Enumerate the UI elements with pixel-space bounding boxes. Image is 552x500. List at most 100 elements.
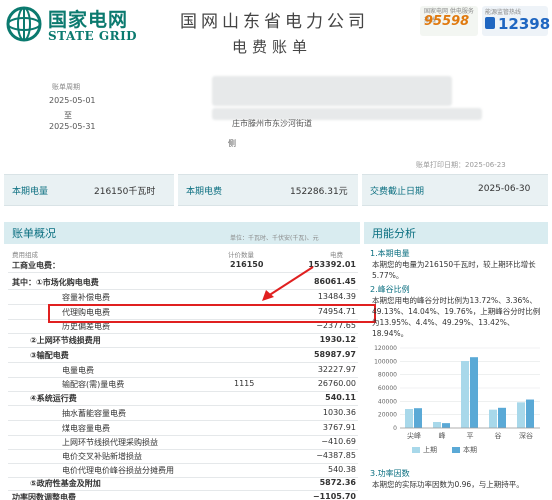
fee-row-label: 抽水蓄能容量电费 [62, 409, 126, 418]
fee-row-amount: 32227.97 [317, 365, 356, 374]
fee-row-amount: 58987.97 [313, 350, 356, 359]
charge-label: 本期电费 [186, 187, 223, 197]
row-divider [8, 490, 358, 491]
analysis-header: 用能分析 [364, 222, 548, 244]
fee-row-amount: 3767.91 [322, 423, 356, 432]
charge-value: 152286.31元 [290, 187, 348, 197]
page-title: 电费账单 [232, 38, 313, 56]
fee-row-label: 输配容(需)量电费 [62, 380, 125, 389]
state-grid-logo-icon [6, 6, 42, 42]
fee-row-label: ②上网环节线损费用 [30, 336, 101, 345]
col-header-qty: 计价数量 [228, 251, 254, 259]
period-to: 至 [64, 111, 72, 120]
row-divider [8, 463, 358, 464]
y-tick-label: 60000 [378, 385, 397, 392]
legend-prev-swatch [412, 447, 420, 453]
peak-valley-chart: 0 20000 40000 60000 80000 100000 120000 尖峰 峰 平 谷 深谷 [374, 345, 540, 440]
y-tick-label: 0 [393, 425, 397, 432]
y-tick-label: 80000 [378, 372, 397, 379]
hotline-12398-number: 12398 [498, 15, 551, 33]
legend-prev-label: 上期 [423, 446, 437, 454]
analysis-title: 用能分析 [372, 227, 416, 240]
fee-row-label: 电量电费 [62, 366, 94, 375]
bar-prev [433, 422, 441, 428]
y-tick-label: 20000 [378, 412, 397, 419]
fee-row-label: 上网环节线损代理采购损益 [62, 438, 158, 447]
hotline-95598-number: 95598 [424, 14, 470, 29]
bar-curr [442, 423, 450, 428]
legend-curr-swatch [452, 447, 460, 453]
row-divider [8, 391, 358, 392]
row-divider [8, 435, 358, 436]
bar-curr [498, 407, 506, 428]
brand-name-en: STATE GRID [48, 29, 138, 43]
period-end: 2025-05-31 [49, 122, 96, 131]
peak-section-title: 2.峰谷比例 [370, 285, 410, 294]
fee-row-label: ③输配电费 [30, 351, 69, 360]
fee-row-label: ④系统运行费 [30, 394, 77, 403]
bar-prev [405, 409, 413, 428]
fee-row-label: 煤电容量电费 [62, 424, 110, 433]
fee-row-amount: 540.11 [325, 393, 356, 402]
x-tick-label: 深谷 [519, 431, 533, 440]
bar-prev [489, 409, 497, 428]
hotline-12398-badge: 能源监管热线 12398 [482, 6, 551, 36]
print-date: 账单打印日期：2025-06-23 [416, 161, 506, 169]
fee-row-label: 工商业电费： [12, 261, 60, 270]
due-value: 2025-06-30 [478, 184, 531, 194]
row-divider [8, 377, 358, 378]
usage-section-title: 1.本期电量 [370, 249, 410, 258]
summary-charge: 本期电费 152286.31元 [178, 174, 358, 206]
legend-curr-label: 本期 [463, 446, 477, 454]
period-label: 账单周期 [52, 83, 80, 91]
col-header-item: 费用组成 [12, 251, 38, 259]
power-factor-text: 本期您的实际功率因数为0.96，与上期持平。 [372, 480, 524, 489]
usage-label: 本期电量 [12, 187, 49, 197]
y-tick-label: 100000 [374, 358, 397, 365]
service-address-tail: 侧 [228, 139, 236, 148]
fee-row-label: 电价代理电价峰谷损益分摊费用 [62, 466, 174, 475]
fee-row-amount: −1105.70 [312, 492, 356, 500]
bar-prev [461, 361, 469, 428]
y-tick-label: 120000 [374, 345, 397, 352]
row-divider [8, 347, 358, 348]
x-tick-label: 平 [467, 432, 474, 440]
fee-row-label: 其中：①市场化购电电费 [12, 278, 99, 287]
row-divider [8, 362, 358, 363]
y-tick-label: 40000 [378, 398, 397, 405]
fee-row-amount: 26760.00 [317, 379, 356, 388]
bar-curr [470, 357, 478, 428]
period-start: 2025-05-01 [49, 96, 96, 105]
fee-row-amount: 1030.36 [322, 408, 356, 417]
fee-row-amount: 1930.12 [319, 335, 356, 344]
x-tick-label: 谷 [495, 431, 502, 440]
org-name: 国网山东省电力公司 [180, 12, 369, 32]
fee-row-label: ⑤政府性基金及附加 [30, 479, 101, 488]
hotline-95598-badge: 国家电网 供电服务热线 95598 [420, 6, 478, 36]
overview-title: 账单概况 [12, 227, 56, 240]
bill-page: { "header": { "brand_cn": "国家电网", "brand… [0, 0, 552, 500]
bar-curr [414, 408, 422, 428]
fee-row-amount: 5872.36 [319, 478, 356, 487]
power-factor-title: 3.功率因数 [370, 469, 410, 478]
arrow-icon [262, 266, 314, 301]
x-tick-label: 峰 [439, 431, 446, 440]
header: 国家电网 STATE GRID 国网山东省电力公司 电费账单 国家电网 供电服务… [0, 0, 552, 56]
bar-curr [526, 399, 534, 428]
bar-prev [517, 402, 525, 428]
due-label: 交费截止日期 [370, 187, 425, 197]
usage-section-text: 本期您的电量为216150千瓦时，较上期环比增长5.77%。 [372, 260, 536, 280]
col-header-amount: 电费 [330, 251, 343, 259]
summary-usage: 本期电量 216150千瓦时 [4, 174, 174, 206]
highlight-box [48, 304, 376, 323]
brand-name: 国家电网 [48, 9, 129, 31]
summary-due: 交费截止日期 2025-06-30 [362, 174, 548, 206]
row-divider [8, 449, 358, 450]
fee-row-amount: 540.38 [328, 465, 356, 474]
fee-row-label: 容量补偿电费 [62, 293, 110, 302]
row-divider [8, 420, 358, 421]
unit-note: 单位：千瓦时、千伏安(千瓦)、元 [230, 235, 319, 242]
redacted-customer-info [212, 76, 452, 106]
fee-row-qty: 1115 [234, 379, 255, 388]
fee-row-amount: −410.69 [321, 437, 356, 446]
